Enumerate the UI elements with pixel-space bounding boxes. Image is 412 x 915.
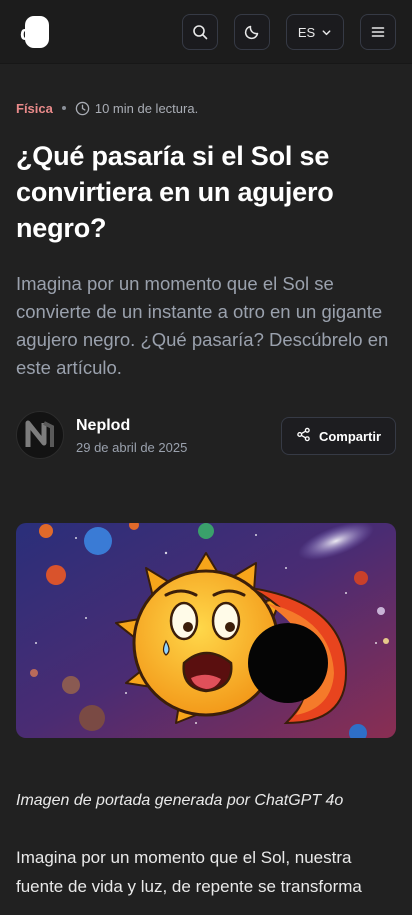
theme-toggle-button[interactable]: [234, 14, 270, 50]
cover-image: [16, 523, 396, 738]
publish-date: 29 de abril de 2025: [76, 440, 188, 455]
read-time: 10 min de lectura.: [94, 100, 199, 116]
share-icon: [296, 427, 311, 445]
image-caption: Imagen de portada generada por ChatGPT 4…: [16, 792, 344, 809]
article-title: ¿Qué pasaría si el Sol se convirtiera en…: [16, 141, 334, 243]
logo-letter-d: dC: [20, 23, 47, 45]
menu-button[interactable]: [360, 14, 396, 50]
share-button[interactable]: Compartir: [281, 417, 396, 455]
article-lead: Imagina por un momento que el Sol se con…: [16, 273, 389, 378]
language-label: ES: [297, 24, 316, 40]
clock-icon: [75, 101, 90, 116]
author-avatar[interactable]: [16, 411, 64, 459]
share-label: Compartir: [318, 428, 382, 444]
moon-icon: [244, 24, 260, 40]
search-icon: [192, 24, 208, 40]
author-name[interactable]: Neplod: [76, 417, 130, 435]
article-meta: Física 10 min de lectura.: [16, 99, 198, 117]
top-header: dC ES: [0, 0, 412, 64]
article-body-paragraph: Imagina por un momento que el Sol, nuest…: [16, 848, 362, 896]
search-button[interactable]: [182, 14, 218, 50]
site-logo[interactable]: dC: [16, 15, 50, 49]
chevron-down-icon: [321, 27, 332, 38]
menu-icon: [370, 24, 386, 40]
meta-separator: [61, 106, 66, 110]
category-link[interactable]: Física: [16, 101, 53, 116]
language-selector[interactable]: ES: [286, 14, 344, 50]
